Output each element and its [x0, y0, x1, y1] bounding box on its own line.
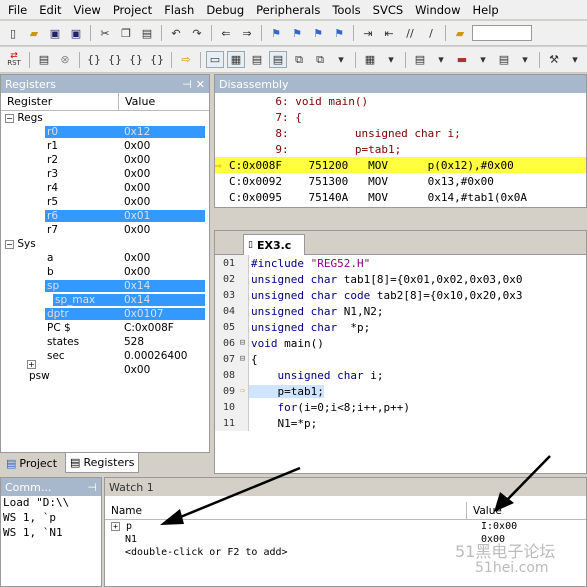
annotation-arrows — [160, 455, 551, 525]
arrow-head-name — [160, 509, 184, 525]
arrow-to-watch-value — [504, 455, 551, 503]
arrow-to-watch-name — [177, 466, 301, 520]
